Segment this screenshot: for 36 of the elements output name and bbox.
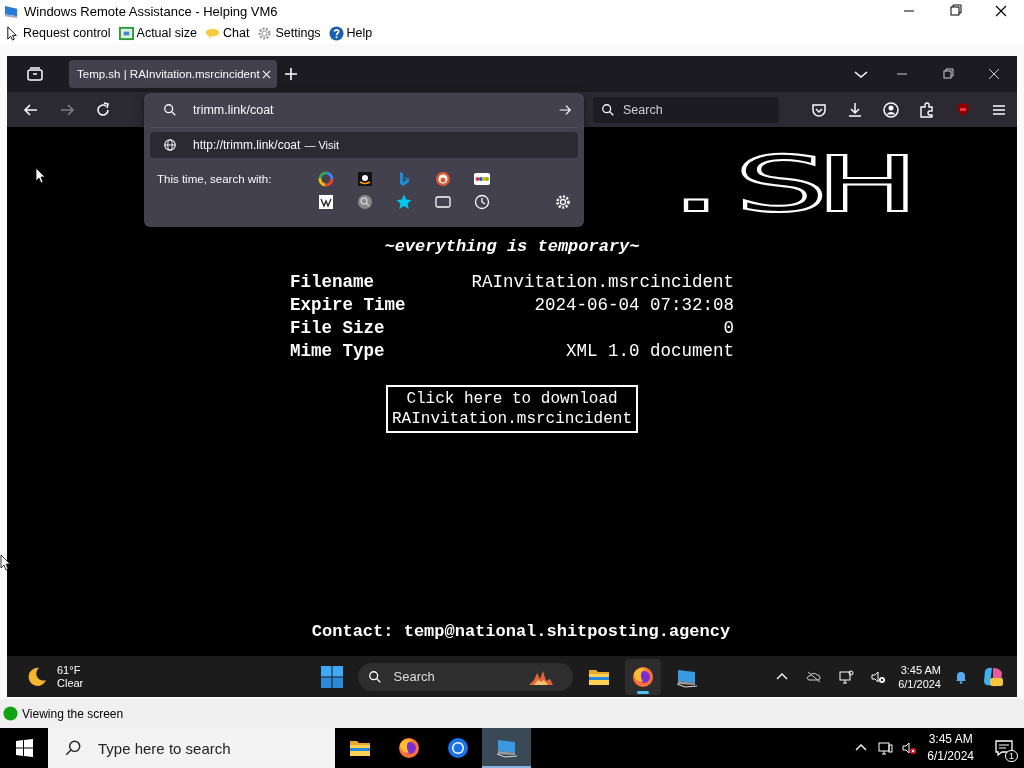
status-text: Viewing the screen [22,706,124,721]
toolbar-button[interactable]: Help [326,25,375,41]
field-label: Filename [290,272,375,294]
weather-text: Clear [57,676,84,690]
tagline: ~everything is temporary~ [384,237,640,257]
download-link[interactable]: Click here to download RAInvitation.msrcincident [385,385,638,434]
address-field[interactable]: trimm.link/coat [193,103,542,118]
search-with-label: This time, search with: [157,173,273,186]
browser-tab[interactable]: Temp.sh | RAInvitation.msrcincident [69,60,277,89]
toolbar-button[interactable]: Request control [3,25,113,41]
field-value: XML 1.0 document [564,341,734,363]
field-value: 2024-06-04 07:32:08 [533,295,734,317]
toolbar-button[interactable]: Settings [255,25,323,41]
clock-time[interactable]: 3:45 AM [900,662,941,677]
notification-button[interactable]: 1 [984,728,1024,768]
field-label: Expire Time [290,295,406,317]
clock-date[interactable]: 6/1/2024 [927,748,974,765]
temperature-text: 61°F [57,663,82,677]
search-field[interactable]: Type here to search [96,738,320,758]
field-label: Mime Type [290,341,386,363]
notification-badge: 1 [1005,750,1018,762]
clock-date[interactable]: 6/1/2024 [898,676,941,691]
search-box[interactable]: Type here to search [48,728,335,768]
search-box[interactable]: Search [357,662,573,691]
field-value: RAInvitation.msrcincident [470,272,734,294]
search-box[interactable]: Search [593,96,779,123]
field-label: File Size [290,318,386,340]
contact-text: Contact: temp@national.shitposting.agency [311,622,731,642]
suggestion-item[interactable]: http://trimm.link/coat — Visit [150,132,578,159]
toolbar-button[interactable]: Actual size [116,25,199,41]
field-value: 0 [722,318,734,340]
search-field[interactable]: Search [391,668,516,686]
search-field[interactable]: Search [621,101,765,118]
toolbar-button[interactable]: Chat [203,25,252,41]
window-title: Windows Remote Assistance - Helping VM6 [24,3,278,19]
clock-time[interactable]: 3:45 AM [928,731,973,748]
